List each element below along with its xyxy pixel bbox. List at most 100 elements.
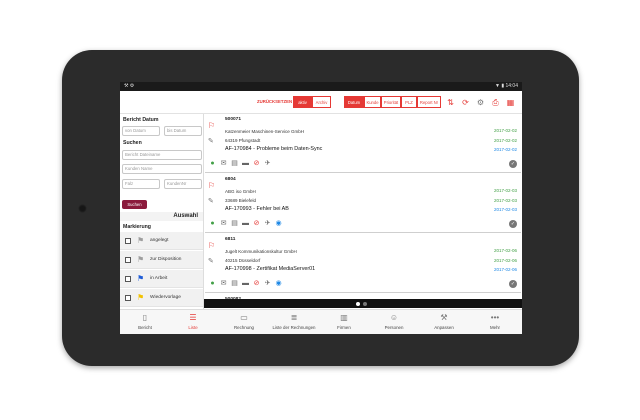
delete-document-icon[interactable]: ⊘ [252,220,261,228]
comment-icon[interactable]: ▬ [241,160,250,168]
date-created: 2017-02-06 [493,248,517,253]
customer-number-input[interactable]: KundenNr [164,179,202,189]
refresh-icon[interactable]: ⟳ [461,98,470,107]
marking-row-zur-disposition[interactable]: ⚑ zur Disposition [120,251,203,269]
send-icon[interactable]: ✈ [263,160,272,168]
tab-archiv[interactable]: Archiv [312,96,331,108]
search-button[interactable]: Suchen [122,200,147,209]
wifi-icon[interactable]: ◉ [274,220,283,228]
marking-checkbox[interactable] [125,295,131,301]
report-card[interactable]: ⚐ ✎ 6804 ABG iso GmbH 33689 Bielefeld AF… [205,174,521,233]
page-dot-active[interactable] [356,302,360,306]
sort-kunde[interactable]: Kunde [364,96,381,108]
sort-datum[interactable]: Datum [344,96,364,108]
nav-label: Firmen [337,325,351,330]
report-date-title: Bericht Datum [123,117,159,123]
mail-icon[interactable]: ✉ [219,220,228,228]
nav-mehr[interactable]: ••• Mehr [470,310,520,334]
to-date-input[interactable]: bis Datum [164,126,202,136]
report-number: 6811 [225,237,236,242]
flag-icon: ⚑ [137,293,145,302]
sort-prioritaet[interactable]: Priorität [381,96,401,108]
sort-report-nr[interactable]: Report Nr [417,96,441,108]
marking-title: Markierung [123,224,151,230]
nav-firmen[interactable]: ▥ Firmen [319,310,369,334]
report-number: 6804 [225,177,236,182]
marking-row-in-arbeit[interactable]: ⚑ in Arbeit [120,270,203,288]
done-check-icon[interactable]: ✓ [509,160,517,168]
nav-label: Anpassen [434,325,454,330]
date-created: 2017-02-03 [493,188,517,193]
notes-icon[interactable]: ▤ [230,220,239,228]
red-flag-icon: ⚐ [208,181,216,190]
marking-row-wiedervorlage[interactable]: ⚑ Wiedervorlage [120,289,203,307]
company-address: 40215 Düsseldorf [225,258,261,263]
notes-icon[interactable]: ▤ [230,160,239,168]
page-indicator [204,299,522,308]
company-address: 64319 Pfungstadt [225,138,261,143]
print-icon[interactable]: ⎙ [491,98,500,107]
mail-icon[interactable]: ✉ [219,280,228,288]
nav-personen[interactable]: ☺ Personen [369,310,419,334]
send-icon[interactable]: ✈ [263,220,272,228]
bottom-navigation: ▯ Bericht ☰ Liste ▭ Rechnung ≣ Liste der… [120,309,522,334]
send-icon[interactable]: ✈ [263,280,272,288]
notes-icon[interactable]: ▤ [230,280,239,288]
sort-plz[interactable]: PLZ [401,96,417,108]
comment-icon[interactable]: ▬ [241,280,250,288]
status-icon[interactable]: ● [208,280,217,288]
report-card[interactable]: ⚐ ✎ 6811 Jugelt Kommunikationskultur Gmb… [205,234,521,293]
list-icon: ☰ [189,313,197,322]
wifi-icon[interactable]: ◉ [274,280,283,288]
tab-aktiv[interactable]: aktiv [293,96,312,108]
delete-document-icon[interactable]: ⊘ [252,160,261,168]
flag-icon: ⚑ [137,274,145,283]
date-due: 2017-02-06 [493,267,517,272]
marking-checkbox[interactable] [125,257,131,263]
toolbar: ZURÜCKSETZEN aktiv Archiv Datum Kunde Pr… [120,91,522,114]
marking-row-angelegt[interactable]: ⚑ angelegt [120,232,203,250]
status-left-icons: ⚒ ⚙ [124,83,135,89]
invoice-list-icon: ≣ [290,313,298,322]
report-title: AF-170998 - Zertifikat MediaServer01 [225,266,316,272]
done-check-icon[interactable]: ✓ [509,220,517,228]
nav-rechnung[interactable]: ▭ Rechnung [219,310,269,334]
tablet-screen: ⚒ ⚙ ▼ ▮ 14:04 ZURÜCKSETZEN aktiv Archiv … [120,82,522,334]
wrench-icon: ✎ [208,138,214,145]
company-name: Jugelt Kommunikationskultur GmbH [225,249,297,254]
nav-label: Rechnung [233,325,255,330]
status-icon[interactable]: ● [208,160,217,168]
nav-label: Liste der Rechnungen [272,325,316,330]
red-flag-icon: ⚐ [208,121,216,130]
mail-icon[interactable]: ✉ [219,160,228,168]
nav-bericht[interactable]: ▯ Bericht [120,310,170,334]
camera-icon [78,204,87,213]
page-dot[interactable] [363,302,367,306]
nav-liste-der-rechnungen[interactable]: ≣ Liste der Rechnungen [269,310,319,334]
delete-document-icon[interactable]: ⊘ [252,280,261,288]
status-icon[interactable]: ● [208,220,217,228]
date-created: 2017-02-02 [493,128,517,133]
nav-liste[interactable]: ☰ Liste [168,310,218,334]
more-icon: ••• [490,313,500,322]
marking-checkbox[interactable] [125,276,131,282]
from-date-input[interactable]: von Datum [122,126,160,136]
marking-label: angelegt [150,238,169,243]
report-list: ⚐ ✎ 500071 Katzenmeier Maschinen-Service… [204,114,522,299]
calendar-icon[interactable]: ▦ [506,98,515,107]
sort-order-icon[interactable]: ⇅ [446,98,455,107]
report-card[interactable]: ⚐ ✎ 500071 Katzenmeier Maschinen-Service… [205,114,521,173]
auswahl-title: Auswahl [120,212,203,221]
report-filename-input[interactable]: Bericht Dateiname [122,150,202,160]
company-name: Katzenmeier Maschinen-Service GmbH [225,129,305,134]
plz-input[interactable]: Falz [122,179,160,189]
marking-checkbox[interactable] [125,238,131,244]
done-check-icon[interactable]: ✓ [509,280,517,288]
nav-anpassen[interactable]: ⚒ Anpassen [419,310,469,334]
customer-name-input[interactable]: Kunden Name [122,164,202,174]
marking-label: in Arbeit [150,276,168,281]
settings-icon[interactable]: ⚙ [476,98,485,107]
reset-button[interactable]: ZURÜCKSETZEN [257,96,292,108]
nav-label: Bericht [138,325,152,330]
comment-icon[interactable]: ▬ [241,220,250,228]
